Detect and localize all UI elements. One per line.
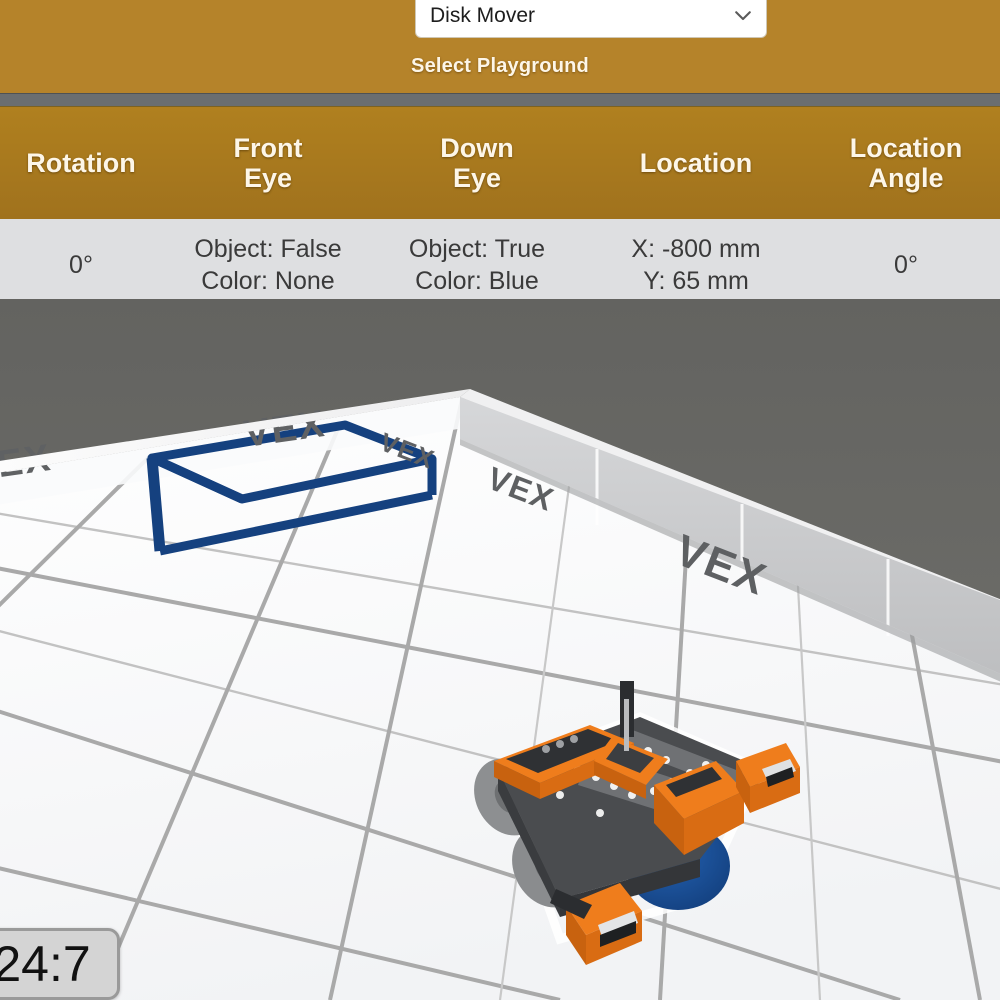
- down-eye-line1: Down: [440, 132, 514, 163]
- front-eye-line2: Eye: [243, 163, 293, 193]
- field-scene: VEX VEX VEX VEX: [0, 389, 1000, 1000]
- front-eye-color: Color: None: [201, 266, 335, 295]
- down-eye-values: Object: True Color: Blue: [409, 233, 545, 297]
- location-angle-line2: Angle: [868, 163, 944, 193]
- down-eye-color: Color: Blue: [415, 266, 539, 295]
- toolbar-divider: [0, 93, 1000, 107]
- cell-down-eye: Object: True Color: Blue: [374, 219, 580, 310]
- sensor-table-row: 0° Object: False Color: None Object: Tru…: [0, 219, 1000, 311]
- playground-select-wrapper: Disk Mover: [415, 0, 767, 38]
- column-header-location-label: Location: [639, 147, 753, 178]
- column-header-location-angle: Location Angle: [812, 107, 1000, 219]
- cell-rotation: 0°: [0, 219, 162, 310]
- match-timer-value: 24:7: [0, 936, 91, 992]
- cell-location: X: -800 mm Y: 65 mm: [580, 219, 812, 310]
- front-eye-object: Object: False: [194, 234, 342, 263]
- cell-location-angle: 0°: [812, 219, 1000, 310]
- front-eye-values: Object: False Color: None: [194, 233, 341, 297]
- field-3d-viewport[interactable]: VEX VEX VEX VEX 24:7: [0, 299, 1000, 1000]
- column-header-location: Location: [580, 107, 812, 219]
- sensor-table-header-row: Rotation Front Eye Down Eye Location Loc…: [0, 107, 1000, 219]
- cell-front-eye: Object: False Color: None: [162, 219, 374, 310]
- column-header-front-eye: Front Eye: [162, 107, 374, 219]
- location-angle-value: 0°: [894, 250, 918, 279]
- vex-vr-app: Disk Mover Select Playground Rotation Fr…: [0, 0, 1000, 1000]
- down-eye-object: Object: True: [408, 234, 546, 263]
- location-angle-line1: Location: [849, 132, 963, 163]
- location-x: X: -800 mm: [631, 234, 761, 263]
- select-playground-label: Select Playground: [411, 55, 589, 77]
- rotation-value: 0°: [69, 250, 93, 279]
- column-header-down-eye: Down Eye: [374, 107, 580, 219]
- front-eye-line1: Front: [233, 132, 303, 163]
- column-header-location-angle-label: Location Angle: [850, 133, 963, 193]
- column-header-rotation: Rotation: [0, 107, 162, 219]
- column-header-rotation-label: Rotation: [26, 147, 136, 178]
- sensor-table: Rotation Front Eye Down Eye Location Loc…: [0, 107, 1000, 311]
- down-eye-line2: Eye: [452, 163, 502, 193]
- playground-select[interactable]: Disk Mover: [415, 0, 767, 38]
- column-header-down-eye-label: Down Eye: [440, 133, 514, 193]
- column-header-front-eye-label: Front Eye: [234, 133, 303, 193]
- match-timer: 24:7: [0, 928, 120, 1000]
- location-y: Y: 65 mm: [643, 266, 749, 295]
- top-toolbar: Disk Mover Select Playground: [0, 0, 1000, 93]
- location-values: X: -800 mm Y: 65 mm: [631, 233, 760, 297]
